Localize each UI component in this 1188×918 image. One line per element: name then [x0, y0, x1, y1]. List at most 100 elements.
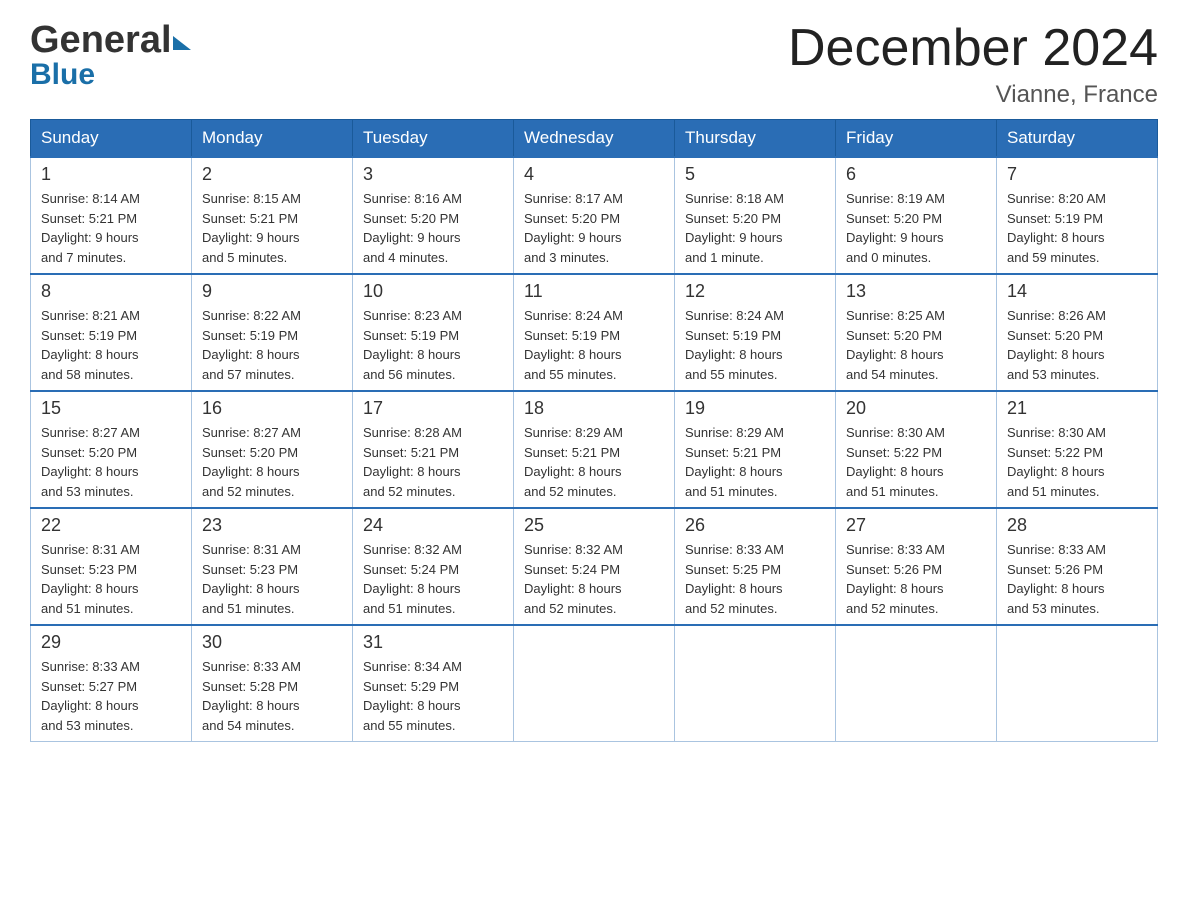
- day-info: Sunrise: 8:27 AMSunset: 5:20 PMDaylight:…: [41, 423, 181, 501]
- day-number: 24: [363, 515, 503, 536]
- day-number: 31: [363, 632, 503, 653]
- day-info: Sunrise: 8:30 AMSunset: 5:22 PMDaylight:…: [1007, 423, 1147, 501]
- day-number: 22: [41, 515, 181, 536]
- day-info: Sunrise: 8:33 AMSunset: 5:26 PMDaylight:…: [1007, 540, 1147, 618]
- calendar-cell: 25 Sunrise: 8:32 AMSunset: 5:24 PMDaylig…: [514, 508, 675, 625]
- header-row: Sunday Monday Tuesday Wednesday Thursday…: [31, 120, 1158, 158]
- day-number: 29: [41, 632, 181, 653]
- day-number: 17: [363, 398, 503, 419]
- header-tuesday: Tuesday: [353, 120, 514, 158]
- day-info: Sunrise: 8:33 AMSunset: 5:25 PMDaylight:…: [685, 540, 825, 618]
- calendar-title: December 2024: [788, 20, 1158, 77]
- day-info: Sunrise: 8:25 AMSunset: 5:20 PMDaylight:…: [846, 306, 986, 384]
- calendar-cell: 8 Sunrise: 8:21 AMSunset: 5:19 PMDayligh…: [31, 274, 192, 391]
- calendar-cell: [514, 625, 675, 742]
- logo: General Blue: [30, 20, 191, 91]
- calendar-cell: 31 Sunrise: 8:34 AMSunset: 5:29 PMDaylig…: [353, 625, 514, 742]
- day-info: Sunrise: 8:16 AMSunset: 5:20 PMDaylight:…: [363, 189, 503, 267]
- calendar-cell: 28 Sunrise: 8:33 AMSunset: 5:26 PMDaylig…: [997, 508, 1158, 625]
- calendar-cell: 6 Sunrise: 8:19 AMSunset: 5:20 PMDayligh…: [836, 157, 997, 274]
- calendar-cell: 3 Sunrise: 8:16 AMSunset: 5:20 PMDayligh…: [353, 157, 514, 274]
- header-monday: Monday: [192, 120, 353, 158]
- day-number: 6: [846, 164, 986, 185]
- day-number: 19: [685, 398, 825, 419]
- calendar-cell: 14 Sunrise: 8:26 AMSunset: 5:20 PMDaylig…: [997, 274, 1158, 391]
- logo-arrow-icon: [173, 36, 191, 50]
- day-number: 20: [846, 398, 986, 419]
- week-row-2: 8 Sunrise: 8:21 AMSunset: 5:19 PMDayligh…: [31, 274, 1158, 391]
- calendar-cell: 22 Sunrise: 8:31 AMSunset: 5:23 PMDaylig…: [31, 508, 192, 625]
- day-info: Sunrise: 8:22 AMSunset: 5:19 PMDaylight:…: [202, 306, 342, 384]
- day-number: 14: [1007, 281, 1147, 302]
- logo-general-text: General: [30, 20, 172, 62]
- header-thursday: Thursday: [675, 120, 836, 158]
- calendar-cell: 7 Sunrise: 8:20 AMSunset: 5:19 PMDayligh…: [997, 157, 1158, 274]
- calendar-cell: 29 Sunrise: 8:33 AMSunset: 5:27 PMDaylig…: [31, 625, 192, 742]
- calendar-cell: 16 Sunrise: 8:27 AMSunset: 5:20 PMDaylig…: [192, 391, 353, 508]
- day-info: Sunrise: 8:33 AMSunset: 5:26 PMDaylight:…: [846, 540, 986, 618]
- day-info: Sunrise: 8:33 AMSunset: 5:27 PMDaylight:…: [41, 657, 181, 735]
- day-number: 7: [1007, 164, 1147, 185]
- week-row-3: 15 Sunrise: 8:27 AMSunset: 5:20 PMDaylig…: [31, 391, 1158, 508]
- calendar-cell: 2 Sunrise: 8:15 AMSunset: 5:21 PMDayligh…: [192, 157, 353, 274]
- header-wednesday: Wednesday: [514, 120, 675, 158]
- day-info: Sunrise: 8:31 AMSunset: 5:23 PMDaylight:…: [202, 540, 342, 618]
- day-number: 9: [202, 281, 342, 302]
- day-number: 26: [685, 515, 825, 536]
- day-info: Sunrise: 8:30 AMSunset: 5:22 PMDaylight:…: [846, 423, 986, 501]
- calendar-table: Sunday Monday Tuesday Wednesday Thursday…: [30, 119, 1158, 742]
- day-info: Sunrise: 8:28 AMSunset: 5:21 PMDaylight:…: [363, 423, 503, 501]
- day-number: 11: [524, 281, 664, 302]
- day-info: Sunrise: 8:27 AMSunset: 5:20 PMDaylight:…: [202, 423, 342, 501]
- day-number: 27: [846, 515, 986, 536]
- calendar-cell: [675, 625, 836, 742]
- calendar-cell: [997, 625, 1158, 742]
- calendar-cell: 27 Sunrise: 8:33 AMSunset: 5:26 PMDaylig…: [836, 508, 997, 625]
- day-info: Sunrise: 8:32 AMSunset: 5:24 PMDaylight:…: [524, 540, 664, 618]
- day-info: Sunrise: 8:29 AMSunset: 5:21 PMDaylight:…: [685, 423, 825, 501]
- day-info: Sunrise: 8:23 AMSunset: 5:19 PMDaylight:…: [363, 306, 503, 384]
- logo-blue-text: Blue: [30, 58, 191, 91]
- day-number: 10: [363, 281, 503, 302]
- calendar-cell: 24 Sunrise: 8:32 AMSunset: 5:24 PMDaylig…: [353, 508, 514, 625]
- calendar-cell: 30 Sunrise: 8:33 AMSunset: 5:28 PMDaylig…: [192, 625, 353, 742]
- calendar-cell: 20 Sunrise: 8:30 AMSunset: 5:22 PMDaylig…: [836, 391, 997, 508]
- calendar-cell: 4 Sunrise: 8:17 AMSunset: 5:20 PMDayligh…: [514, 157, 675, 274]
- day-number: 2: [202, 164, 342, 185]
- day-info: Sunrise: 8:33 AMSunset: 5:28 PMDaylight:…: [202, 657, 342, 735]
- day-number: 3: [363, 164, 503, 185]
- calendar-cell: 26 Sunrise: 8:33 AMSunset: 5:25 PMDaylig…: [675, 508, 836, 625]
- calendar-cell: 18 Sunrise: 8:29 AMSunset: 5:21 PMDaylig…: [514, 391, 675, 508]
- day-number: 5: [685, 164, 825, 185]
- day-info: Sunrise: 8:26 AMSunset: 5:20 PMDaylight:…: [1007, 306, 1147, 384]
- page-header: General Blue December 2024 Vianne, Franc…: [30, 20, 1158, 109]
- calendar-cell: [836, 625, 997, 742]
- day-info: Sunrise: 8:34 AMSunset: 5:29 PMDaylight:…: [363, 657, 503, 735]
- day-number: 4: [524, 164, 664, 185]
- calendar-cell: 5 Sunrise: 8:18 AMSunset: 5:20 PMDayligh…: [675, 157, 836, 274]
- day-number: 21: [1007, 398, 1147, 419]
- day-info: Sunrise: 8:24 AMSunset: 5:19 PMDaylight:…: [685, 306, 825, 384]
- header-friday: Friday: [836, 120, 997, 158]
- calendar-cell: 10 Sunrise: 8:23 AMSunset: 5:19 PMDaylig…: [353, 274, 514, 391]
- day-info: Sunrise: 8:19 AMSunset: 5:20 PMDaylight:…: [846, 189, 986, 267]
- day-number: 30: [202, 632, 342, 653]
- day-info: Sunrise: 8:32 AMSunset: 5:24 PMDaylight:…: [363, 540, 503, 618]
- day-info: Sunrise: 8:29 AMSunset: 5:21 PMDaylight:…: [524, 423, 664, 501]
- header-sunday: Sunday: [31, 120, 192, 158]
- week-row-4: 22 Sunrise: 8:31 AMSunset: 5:23 PMDaylig…: [31, 508, 1158, 625]
- day-number: 16: [202, 398, 342, 419]
- day-number: 1: [41, 164, 181, 185]
- day-number: 12: [685, 281, 825, 302]
- week-row-5: 29 Sunrise: 8:33 AMSunset: 5:27 PMDaylig…: [31, 625, 1158, 742]
- calendar-cell: 21 Sunrise: 8:30 AMSunset: 5:22 PMDaylig…: [997, 391, 1158, 508]
- title-section: December 2024 Vianne, France: [788, 20, 1158, 109]
- day-info: Sunrise: 8:17 AMSunset: 5:20 PMDaylight:…: [524, 189, 664, 267]
- calendar-cell: 11 Sunrise: 8:24 AMSunset: 5:19 PMDaylig…: [514, 274, 675, 391]
- week-row-1: 1 Sunrise: 8:14 AMSunset: 5:21 PMDayligh…: [31, 157, 1158, 274]
- calendar-cell: 1 Sunrise: 8:14 AMSunset: 5:21 PMDayligh…: [31, 157, 192, 274]
- header-saturday: Saturday: [997, 120, 1158, 158]
- day-number: 25: [524, 515, 664, 536]
- day-info: Sunrise: 8:20 AMSunset: 5:19 PMDaylight:…: [1007, 189, 1147, 267]
- calendar-cell: 19 Sunrise: 8:29 AMSunset: 5:21 PMDaylig…: [675, 391, 836, 508]
